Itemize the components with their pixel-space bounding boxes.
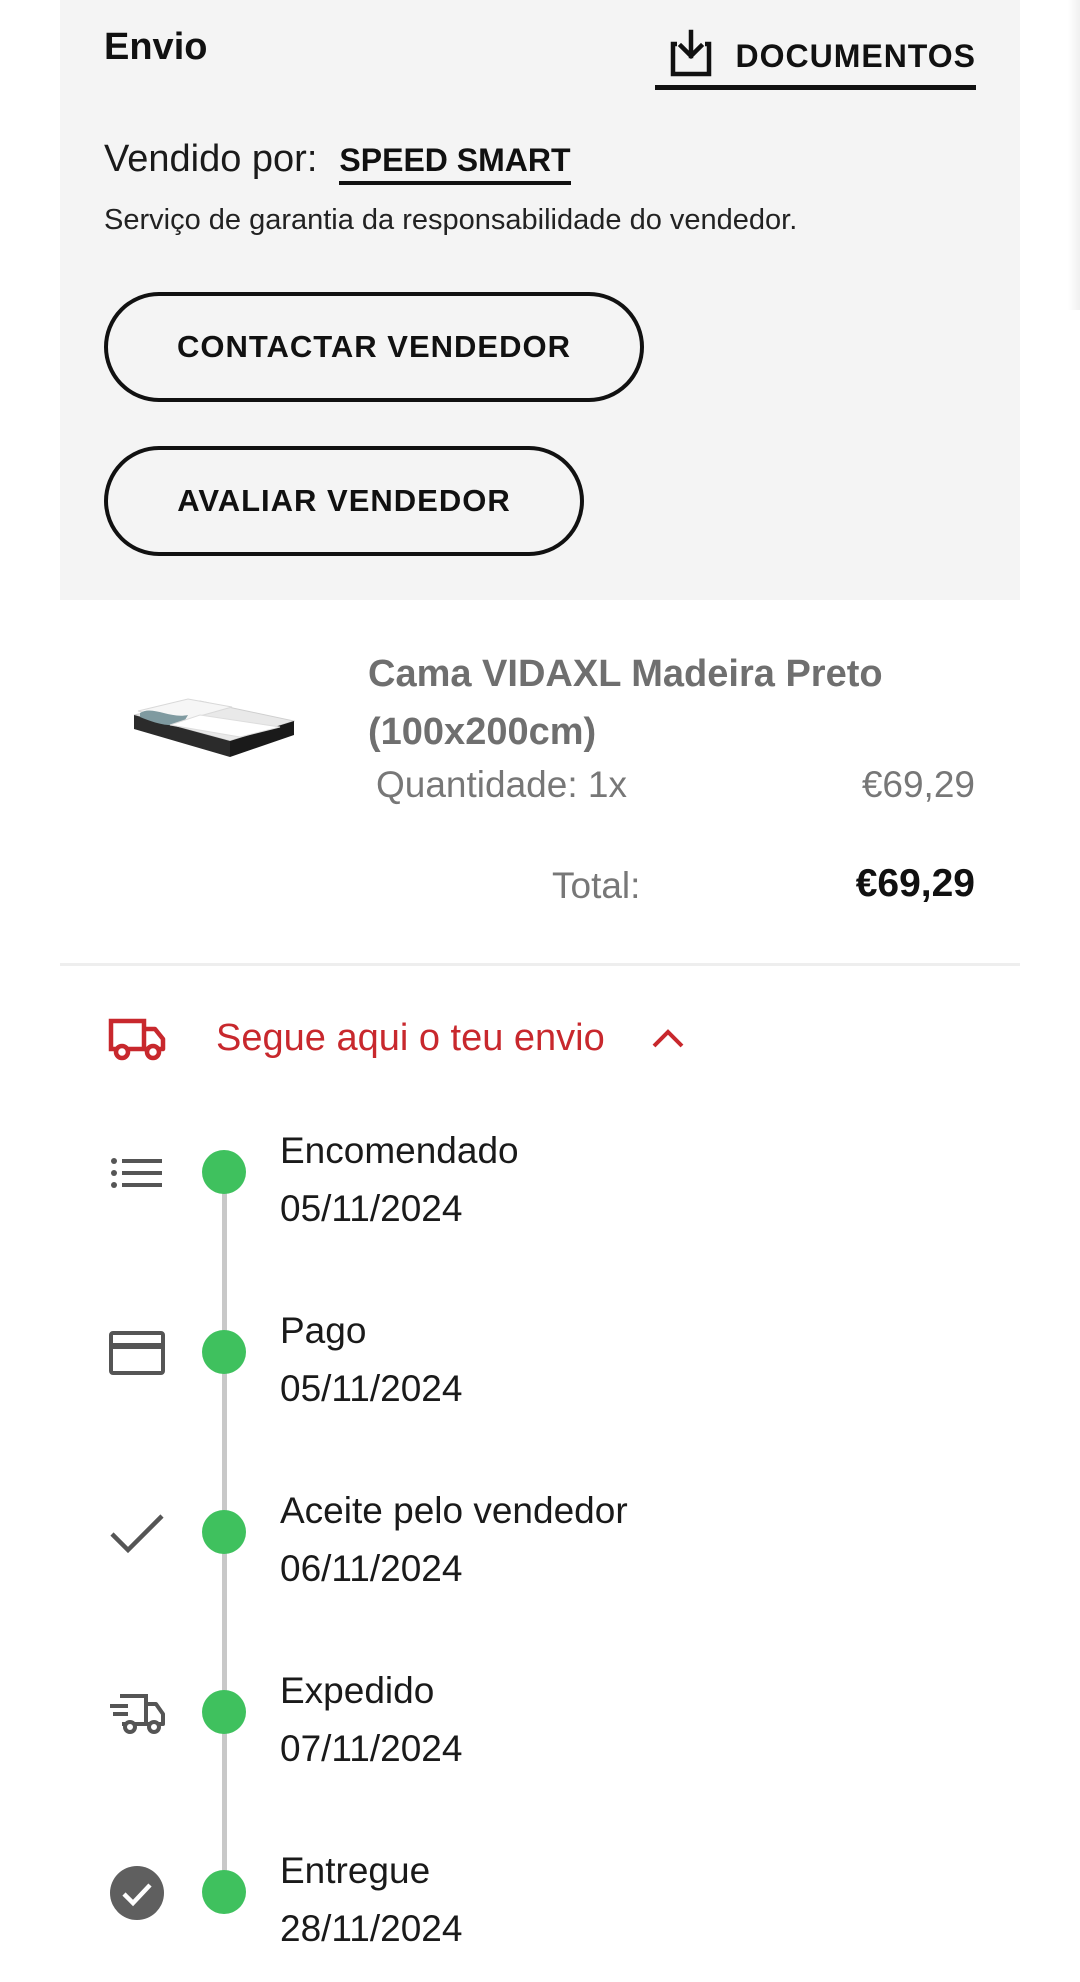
product-title[interactable]: Cama VIDAXL Madeira Preto (100x200cm)	[368, 645, 988, 761]
truck-icon	[108, 1018, 166, 1061]
fast-truck-icon	[110, 1694, 165, 1734]
product-unit-price: €69,29	[861, 764, 975, 805]
step-status-dot	[202, 1870, 246, 1914]
product-image[interactable]	[130, 675, 295, 765]
order-details-page: Envio DOCUMENTOS Vendido por: SPEED SMAR…	[0, 0, 1080, 1982]
warranty-text: Serviço de garantia da responsabilidade …	[104, 204, 798, 236]
step-status-dot	[202, 1150, 246, 1194]
step-name: Encomendado	[280, 1130, 519, 1171]
step-date: 05/11/2024	[280, 1188, 463, 1229]
tracking-step: Pago 05/11/2024	[0, 1310, 1080, 1460]
track-shipment-label: Segue aqui o teu envio	[216, 1016, 605, 1059]
step-name: Expedido	[280, 1670, 435, 1711]
credit-card-icon	[109, 1331, 165, 1375]
total-label: Total:	[552, 865, 641, 906]
check-circle-icon	[110, 1866, 164, 1920]
sold-by-label: Vendido por:	[104, 138, 318, 180]
rate-seller-button[interactable]: AVALIAR VENDEDOR	[104, 446, 584, 556]
tracking-step: Aceite pelo vendedor 06/11/2024	[0, 1490, 1080, 1640]
seller-card: Envio DOCUMENTOS Vendido por: SPEED SMAR…	[60, 0, 1020, 600]
divider	[60, 963, 1020, 966]
track-shipment-toggle[interactable]: Segue aqui o teu envio	[108, 1015, 685, 1061]
checkmark-icon	[110, 1514, 164, 1554]
seller-name-link[interactable]: SPEED SMART	[339, 142, 571, 185]
tracking-step: Entregue 28/11/2024	[0, 1850, 1080, 1982]
list-icon	[111, 1158, 162, 1188]
step-status-dot	[202, 1690, 246, 1734]
download-icon	[671, 29, 712, 77]
tracking-step: Encomendado 05/11/2024	[0, 1130, 1080, 1280]
total-value: €69,29	[855, 862, 975, 905]
documents-link[interactable]: DOCUMENTOS	[655, 28, 976, 90]
step-name: Pago	[280, 1310, 367, 1351]
step-date: 05/11/2024	[280, 1368, 463, 1409]
step-name: Aceite pelo vendedor	[280, 1490, 628, 1531]
documents-label: DOCUMENTOS	[735, 38, 976, 74]
step-date: 28/11/2024	[280, 1908, 463, 1949]
step-name: Entregue	[280, 1850, 431, 1891]
sold-by-row: Vendido por: SPEED SMART	[104, 138, 571, 185]
tracking-step: Expedido 07/11/2024	[0, 1670, 1080, 1820]
step-status-dot	[202, 1330, 246, 1374]
step-date: 06/11/2024	[280, 1548, 463, 1589]
step-date: 07/11/2024	[280, 1728, 463, 1769]
product-quantity: Quantidade: 1x	[376, 764, 627, 805]
scroll-edge	[1068, 0, 1080, 310]
contact-seller-button[interactable]: CONTACTAR VENDEDOR	[104, 292, 644, 402]
chevron-up-icon	[652, 1029, 684, 1048]
step-status-dot	[202, 1510, 246, 1554]
shipment-title: Envio	[104, 26, 208, 68]
